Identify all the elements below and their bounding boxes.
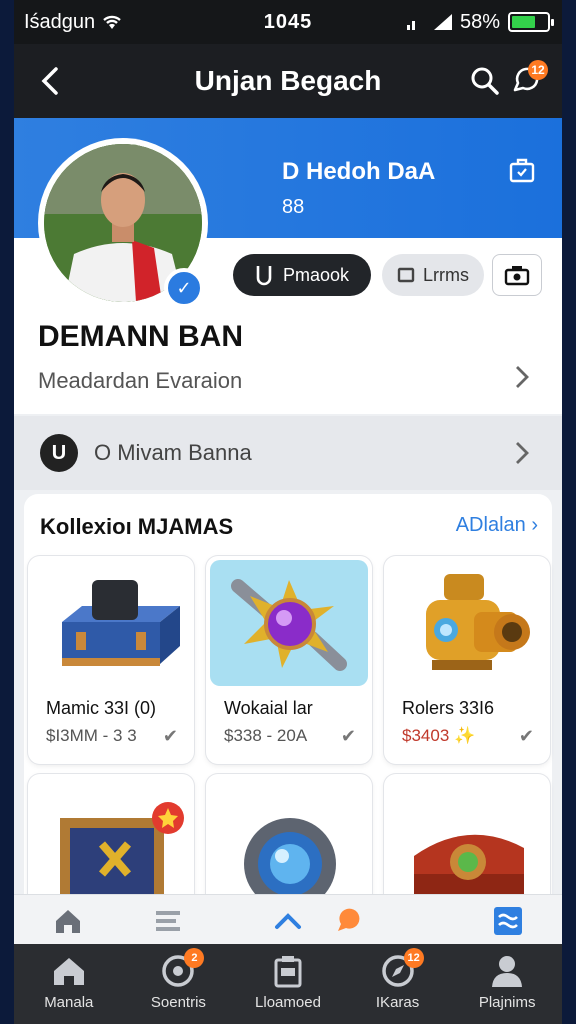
u-logo-icon: U: [40, 434, 78, 472]
avatar[interactable]: ✓: [38, 138, 208, 308]
nav-item-label: Lloamoed: [255, 994, 321, 1011]
list-row-banna[interactable]: U O Mivam Banna: [14, 416, 562, 490]
nav-item-label: IKaras: [375, 994, 420, 1011]
collection-card[interactable]: Rolers 33I6 $3403 ✨ ✔: [384, 556, 550, 764]
nav-item-soentris[interactable]: 2 Soentris: [124, 944, 234, 1024]
collection-title: Kollexioı MJAMAS: [40, 514, 234, 539]
chevron-right-icon: [516, 442, 529, 464]
status-bar: Iśadgun 1045 58%: [14, 0, 562, 44]
home-icon: [53, 958, 84, 985]
status-icons: 58%: [406, 10, 554, 34]
row-label: O Mivam Banna: [94, 440, 252, 465]
battery-icon: [508, 12, 554, 32]
collection-card[interactable]: Mamic 33I (0) $I3MM - 3 3 ✔: [28, 556, 194, 764]
red-treasure-chest-icon: [388, 778, 546, 894]
collection-card[interactable]: Wokaial lar $338 - 20A ✔: [206, 556, 372, 764]
view-all-link[interactable]: ADlalan ›: [456, 514, 538, 537]
card-name: Mamic 33I (0): [46, 698, 157, 718]
banner-count: 88: [282, 196, 305, 218]
nav-item-manala[interactable]: Manala: [14, 944, 124, 1024]
nav-item-label: Soentris: [150, 994, 206, 1011]
battery-percent: 58%: [459, 10, 500, 33]
camera-icon: [504, 266, 530, 286]
remark-button[interactable]: Pmaook: [233, 254, 371, 296]
golden-cannon-icon: [388, 560, 546, 686]
card-price: $3403 ✨: [402, 726, 476, 745]
profile-content[interactable]: D Hedoh DaA 88 ✓ Pmaook Lrrms DEMANN BAN…: [14, 118, 562, 894]
calendar-icon: [274, 956, 302, 988]
bookmark-icon: [256, 266, 272, 286]
nav-bar: Unjan Begach 12: [14, 44, 562, 118]
person-icon: [492, 956, 523, 987]
nav-item-plajnims[interactable]: Plajnims: [452, 944, 562, 1024]
collection-card[interactable]: [384, 774, 550, 894]
chevron-right-icon: ›: [531, 514, 538, 536]
remark-button-label: Pmaook: [282, 264, 350, 285]
lums-button-label: Lrrms: [423, 264, 469, 285]
blue-chest-icon: [32, 560, 190, 686]
check-icon: ✔: [162, 726, 178, 746]
secondary-tab-strip: [14, 894, 562, 944]
check-icon: ✔: [340, 726, 356, 746]
collection-section: Kollexioı MJAMAS ADlalan › Mamic 33I (0): [24, 494, 552, 894]
briefcase-icon[interactable]: [508, 156, 536, 184]
search-icon[interactable]: [470, 66, 500, 96]
check-icon: ✔: [518, 726, 534, 746]
banner-title: D Hedoh DaA: [282, 158, 436, 185]
compass-icon-wrap: 12: [380, 948, 424, 988]
profile-card: ✓ Pmaook Lrrms DEMANN BAN Meadardan Evar…: [14, 138, 562, 414]
puzzle-icon[interactable]: [492, 905, 524, 937]
nav-item-ikaras[interactable]: 12 IKaras: [343, 944, 453, 1024]
steel-lens-orb-icon: [210, 778, 368, 894]
nav-item-lloamoed[interactable]: Lloamoed: [233, 944, 343, 1024]
collection-card[interactable]: [28, 774, 194, 894]
card-name: Rolers 33I6: [402, 698, 495, 718]
card-name: Wokaial lar: [224, 698, 313, 718]
nav-badge: 12: [403, 948, 424, 968]
phone-frame: Iśadgun 1045 58% Unjan Begach 12 D Hedoh…: [14, 0, 562, 1024]
nav-item-label: Plajnims: [478, 994, 536, 1011]
target-icon-wrap: 2: [160, 948, 205, 988]
profile-name: DEMANN BAN: [38, 320, 243, 353]
card-price: $338 - 20A: [224, 726, 308, 745]
chevron-right-icon[interactable]: [514, 364, 530, 390]
notification-button[interactable]: 12: [510, 60, 548, 96]
orange-chat-icon[interactable]: [334, 905, 366, 937]
notification-badge: 12: [528, 60, 548, 80]
nav-item-label: Manala: [44, 994, 94, 1011]
chevron-up-icon[interactable]: [272, 905, 304, 937]
verified-badge-icon: ✓: [164, 268, 204, 308]
camera-button[interactable]: [492, 254, 542, 296]
bottom-nav: Manala 2 Soentris Lloamoed 12 IKaras Pla…: [14, 944, 562, 1024]
lums-button[interactable]: Lrrms: [382, 254, 484, 296]
card-price: $I3MM - 3 3: [46, 726, 137, 745]
profile-subtitle[interactable]: Meadardan Evaraion: [38, 368, 242, 394]
home-icon[interactable]: [52, 905, 84, 937]
nav-badge: 2: [184, 948, 205, 968]
cell-signal-icon: [406, 21, 415, 30]
view-all-label: ADlalan: [455, 514, 526, 536]
signal-strength-icon: [433, 14, 452, 30]
collection-card[interactable]: [206, 774, 372, 894]
magic-orb-artifact-icon: [210, 560, 368, 686]
list-icon[interactable]: [152, 905, 184, 937]
navy-chest-icon: [32, 778, 190, 894]
square-icon: [397, 267, 415, 283]
